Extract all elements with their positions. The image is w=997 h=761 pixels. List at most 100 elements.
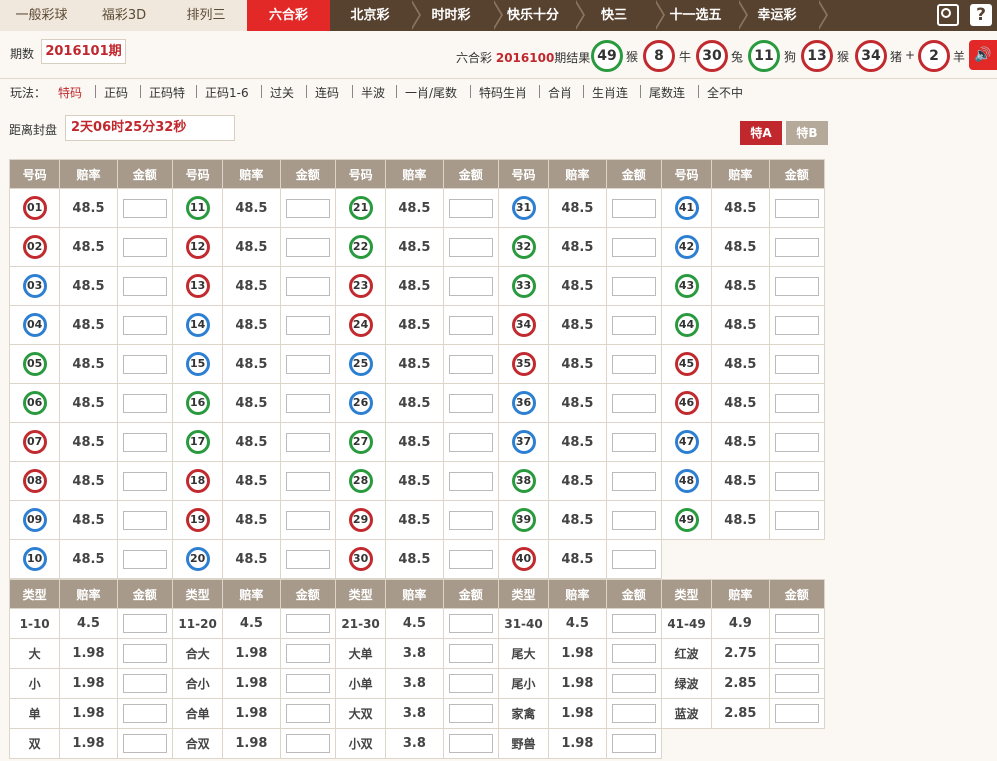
amount-input[interactable] bbox=[122, 432, 167, 452]
amount-input[interactable] bbox=[122, 276, 167, 296]
amount-input[interactable] bbox=[285, 393, 330, 413]
amount-input[interactable] bbox=[611, 549, 656, 569]
amount-input[interactable] bbox=[774, 510, 819, 530]
amount-input[interactable] bbox=[774, 354, 819, 374]
play-item[interactable]: 正码 bbox=[104, 84, 128, 101]
nav-tab-2[interactable]: 福彩3D bbox=[83, 0, 165, 31]
play-item[interactable]: 特码生肖 bbox=[479, 84, 527, 101]
amount-input[interactable] bbox=[285, 614, 330, 633]
amount-input[interactable] bbox=[285, 432, 330, 452]
help-icon[interactable]: ? bbox=[970, 4, 992, 26]
play-item[interactable]: 特码 bbox=[58, 84, 82, 101]
amount-input[interactable] bbox=[448, 614, 493, 633]
nav-tab-5[interactable]: 北京彩 bbox=[330, 0, 421, 31]
play-item[interactable]: 半波 bbox=[361, 84, 385, 101]
amount-input[interactable] bbox=[122, 471, 167, 491]
nav-tab-8[interactable]: 快三 bbox=[574, 0, 665, 31]
amount-input[interactable] bbox=[611, 198, 656, 218]
amount-input[interactable] bbox=[611, 315, 656, 335]
amount-input[interactable] bbox=[774, 674, 819, 693]
amount-input[interactable] bbox=[285, 510, 330, 530]
play-item[interactable]: 全不中 bbox=[707, 84, 743, 101]
amount-input[interactable] bbox=[122, 644, 167, 663]
amount-input[interactable] bbox=[774, 614, 819, 633]
amount-input[interactable] bbox=[448, 674, 493, 693]
amount-input[interactable] bbox=[122, 354, 167, 374]
play-item[interactable]: 连码 bbox=[315, 84, 339, 101]
amount-input[interactable] bbox=[611, 276, 656, 296]
amount-input[interactable] bbox=[611, 393, 656, 413]
play-item[interactable]: 一肖/尾数 bbox=[405, 84, 457, 101]
amount-input[interactable] bbox=[122, 198, 167, 218]
amount-input[interactable] bbox=[611, 237, 656, 257]
amount-input[interactable] bbox=[448, 276, 493, 296]
play-item[interactable]: 正码1-6 bbox=[205, 84, 249, 101]
nav-tab-6[interactable]: 时时彩 bbox=[410, 0, 503, 31]
play-item[interactable]: 合肖 bbox=[548, 84, 572, 101]
nav-tab-1[interactable]: 一般彩球 bbox=[0, 0, 83, 31]
amount-input[interactable] bbox=[285, 198, 330, 218]
amount-input[interactable] bbox=[285, 549, 330, 569]
amount-input[interactable] bbox=[611, 432, 656, 452]
play-item[interactable]: 生肖连 bbox=[592, 84, 628, 101]
amount-input[interactable] bbox=[611, 354, 656, 374]
amount-input[interactable] bbox=[122, 674, 167, 693]
amount-input[interactable] bbox=[285, 734, 330, 753]
amount-input[interactable] bbox=[448, 510, 493, 530]
amount-input[interactable] bbox=[611, 510, 656, 530]
amount-input[interactable] bbox=[774, 315, 819, 335]
amount-input[interactable] bbox=[448, 315, 493, 335]
nav-tab-9[interactable]: 十一选五 bbox=[654, 0, 748, 31]
amount-input[interactable] bbox=[122, 393, 167, 413]
amount-input[interactable] bbox=[774, 237, 819, 257]
amount-input[interactable] bbox=[285, 315, 330, 335]
amount-input[interactable] bbox=[611, 644, 656, 663]
amount-input[interactable] bbox=[774, 471, 819, 491]
amount-input[interactable] bbox=[122, 614, 167, 633]
amount-input[interactable] bbox=[448, 198, 493, 218]
amount-input[interactable] bbox=[448, 704, 493, 723]
amount-input[interactable] bbox=[611, 674, 656, 693]
amount-input[interactable] bbox=[448, 644, 493, 663]
amount-input[interactable] bbox=[774, 644, 819, 663]
nav-tab-10[interactable]: 幸运彩 bbox=[737, 0, 828, 31]
amount-input[interactable] bbox=[448, 432, 493, 452]
amount-input[interactable] bbox=[611, 614, 656, 633]
amount-input[interactable] bbox=[285, 471, 330, 491]
play-item[interactable]: 过关 bbox=[270, 84, 294, 101]
amount-input[interactable] bbox=[448, 471, 493, 491]
speaker-icon[interactable]: 🔊 bbox=[969, 40, 997, 70]
amount-input[interactable] bbox=[122, 549, 167, 569]
amount-input[interactable] bbox=[122, 734, 167, 753]
amount-input[interactable] bbox=[774, 432, 819, 452]
special-a-button[interactable]: 特A bbox=[740, 121, 782, 145]
amount-input[interactable] bbox=[285, 704, 330, 723]
amount-input[interactable] bbox=[448, 393, 493, 413]
amount-input[interactable] bbox=[122, 315, 167, 335]
amount-input[interactable] bbox=[285, 276, 330, 296]
amount-input[interactable] bbox=[774, 198, 819, 218]
amount-input[interactable] bbox=[611, 471, 656, 491]
amount-input[interactable] bbox=[611, 704, 656, 723]
amount-input[interactable] bbox=[448, 354, 493, 374]
special-b-button[interactable]: 特B bbox=[786, 121, 828, 145]
play-item[interactable]: 正码特 bbox=[149, 84, 185, 101]
amount-input[interactable] bbox=[611, 734, 656, 753]
nav-tab-4[interactable]: 六合彩 bbox=[247, 0, 330, 31]
amount-input[interactable] bbox=[285, 237, 330, 257]
amount-input[interactable] bbox=[122, 510, 167, 530]
play-item[interactable]: 尾数连 bbox=[649, 84, 685, 101]
amount-input[interactable] bbox=[122, 237, 167, 257]
amount-input[interactable] bbox=[774, 393, 819, 413]
amount-input[interactable] bbox=[448, 734, 493, 753]
amount-input[interactable] bbox=[285, 354, 330, 374]
amount-input[interactable] bbox=[774, 704, 819, 723]
nav-tab-7[interactable]: 快乐十分 bbox=[492, 0, 585, 31]
amount-input[interactable] bbox=[448, 237, 493, 257]
amount-input[interactable] bbox=[285, 644, 330, 663]
profile-icon[interactable] bbox=[937, 4, 959, 26]
amount-input[interactable] bbox=[774, 276, 819, 296]
amount-input[interactable] bbox=[448, 549, 493, 569]
nav-tab-3[interactable]: 排列三 bbox=[165, 0, 247, 31]
amount-input[interactable] bbox=[285, 674, 330, 693]
